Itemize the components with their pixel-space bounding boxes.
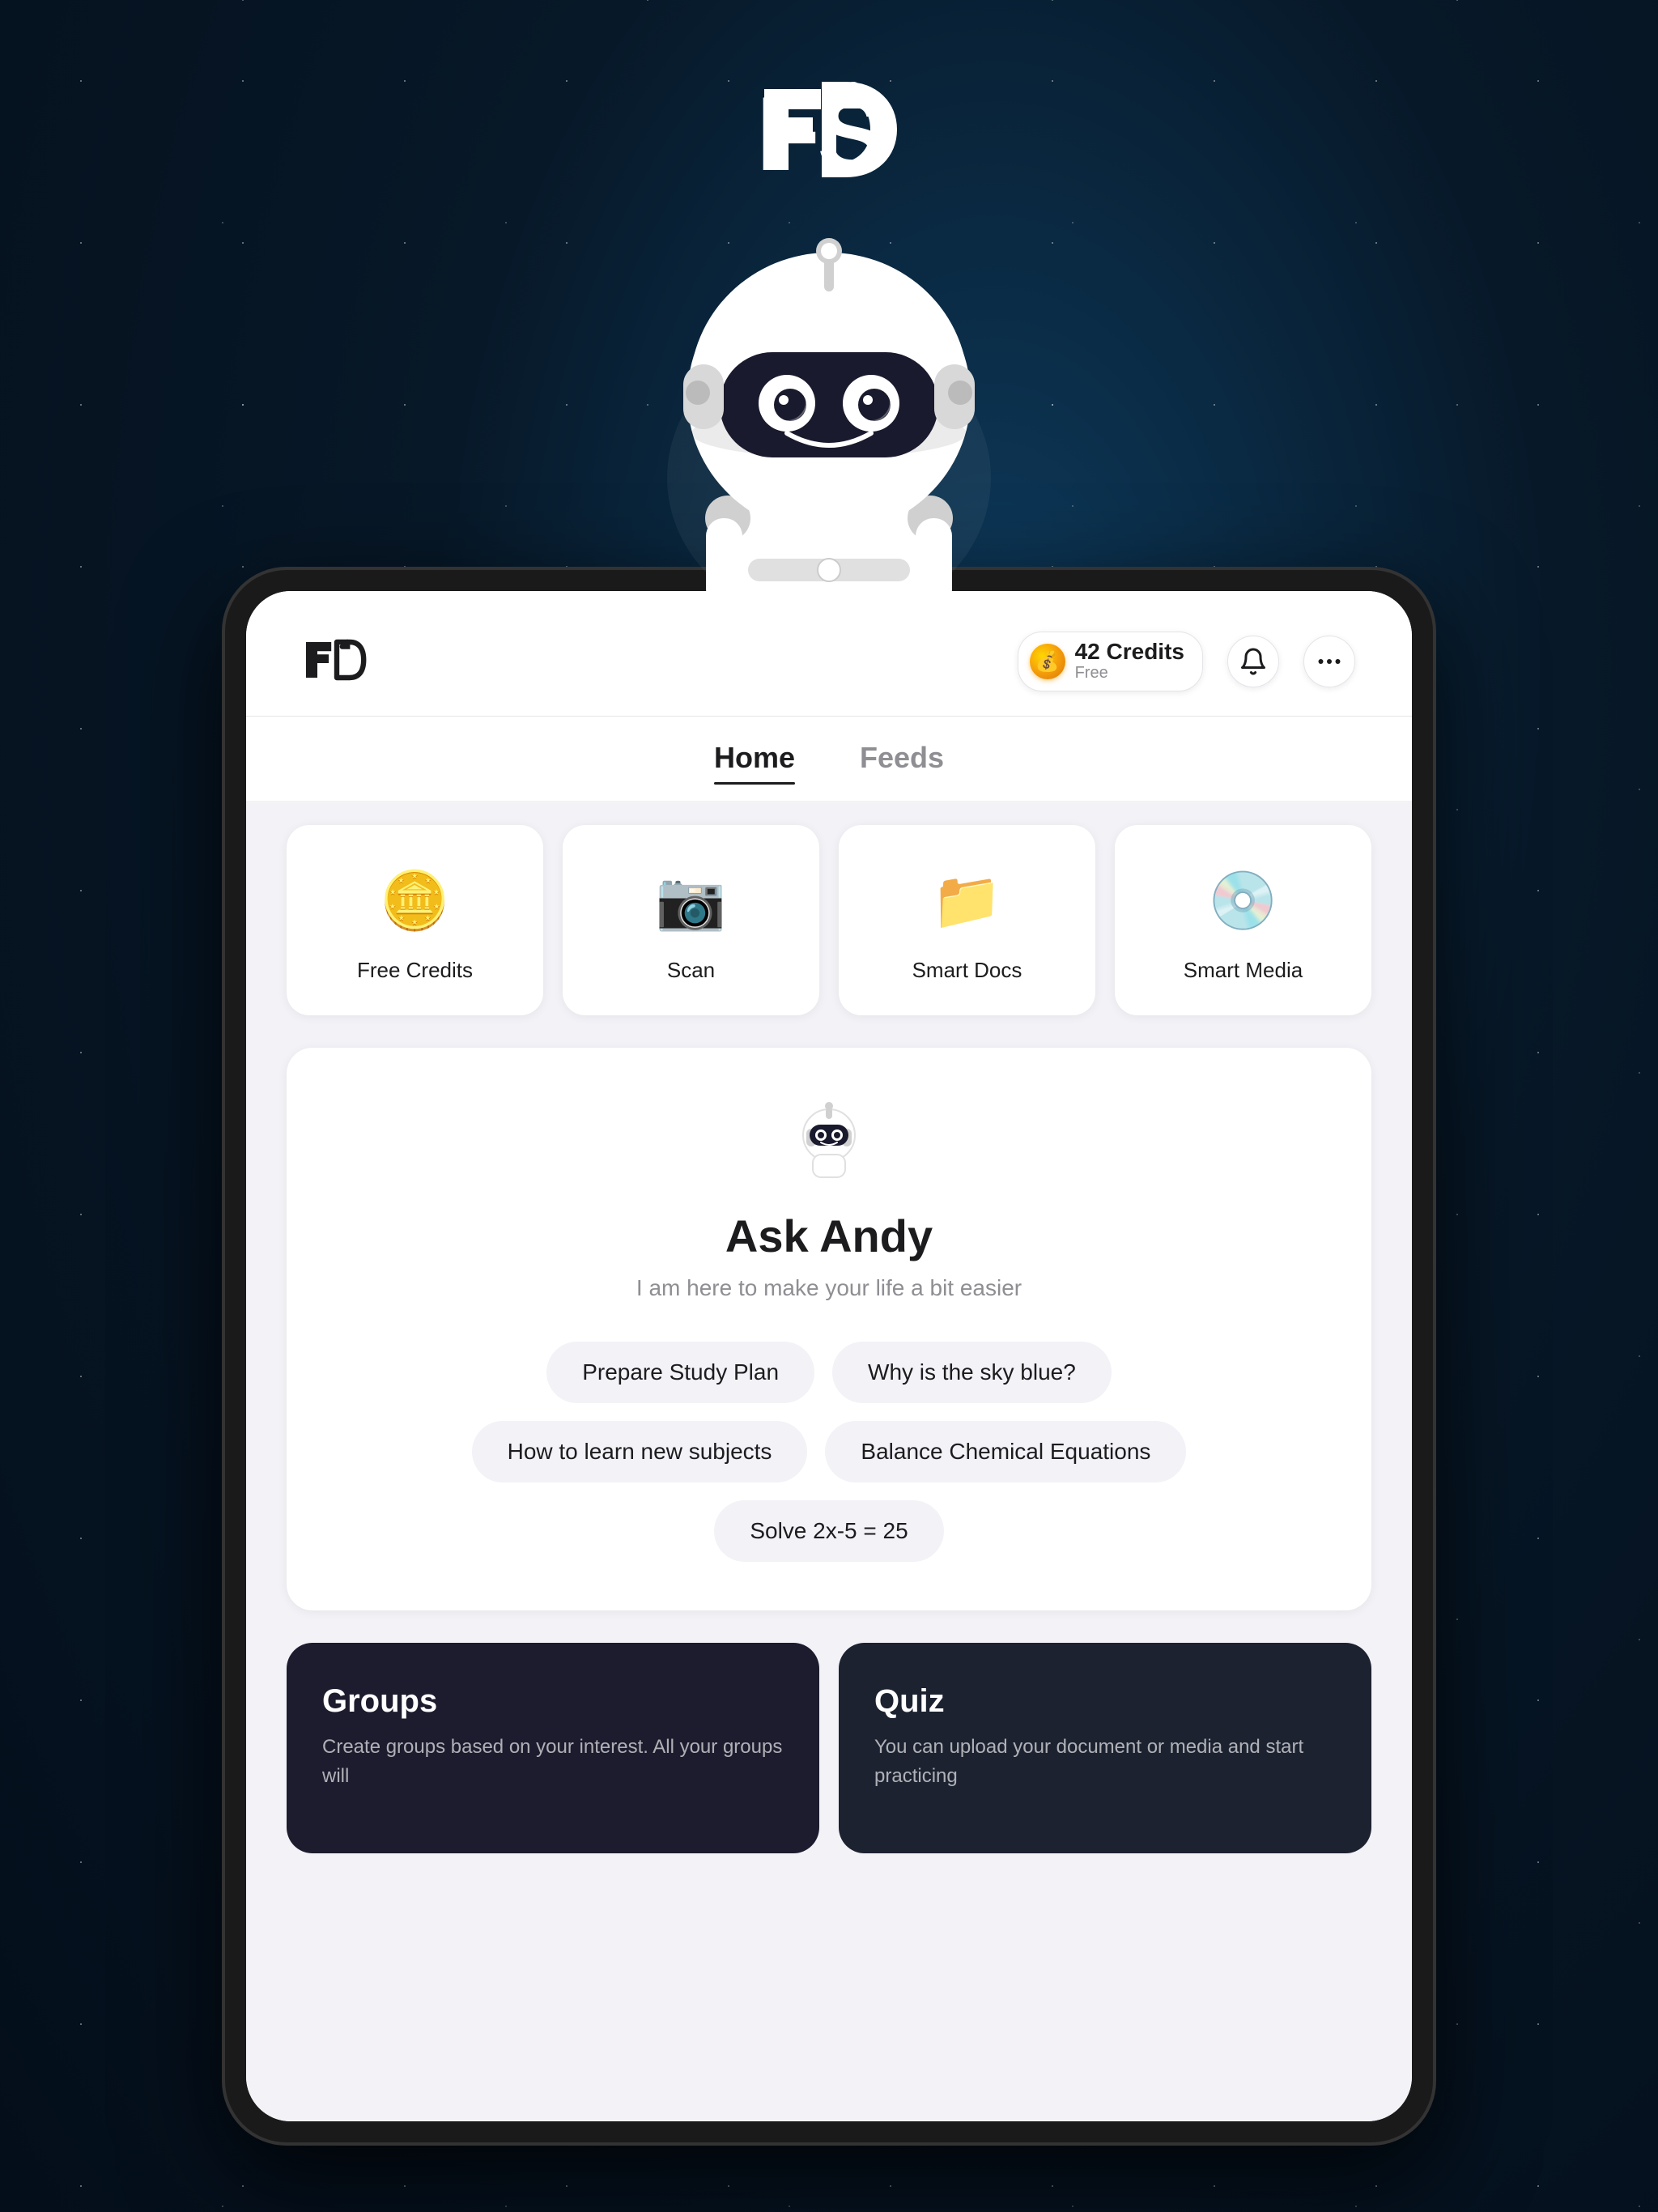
feature-card-scan[interactable]: 📷 Scan	[563, 825, 819, 1015]
chip-balance-equations[interactable]: Balance Chemical Equations	[825, 1421, 1186, 1482]
chip-solve-equation[interactable]: Solve 2x-5 = 25	[714, 1500, 943, 1562]
ask-andy-title: Ask Andy	[725, 1210, 933, 1262]
chip-row-2: How to learn new subjects Balance Chemic…	[472, 1421, 1187, 1482]
device-frame: 💰 42 Credits Free	[222, 567, 1436, 2146]
chip-row-3: Solve 2x-5 = 25	[714, 1500, 943, 1562]
chip-prepare-study-plan[interactable]: Prepare Study Plan	[546, 1342, 814, 1403]
feature-card-smart-media[interactable]: 💿 Smart Media	[1115, 825, 1371, 1015]
smart-docs-label: Smart Docs	[912, 958, 1022, 983]
smart-media-label: Smart Media	[1184, 958, 1303, 983]
robot-svg	[586, 202, 1072, 688]
ask-andy-subtitle: I am here to make your life a bit easier	[636, 1275, 1022, 1301]
chip-row-1: Prepare Study Plan Why is the sky blue?	[546, 1342, 1112, 1403]
bottom-cards: Groups Create groups based on your inter…	[287, 1643, 1371, 1853]
scan-icon: 📷	[651, 861, 732, 942]
scan-label: Scan	[667, 958, 715, 983]
nav-tabs: Home Feeds	[246, 717, 1412, 801]
header-logo	[303, 636, 368, 688]
smart-media-icon: 💿	[1203, 861, 1284, 942]
groups-desc: Create groups based on your interest. Al…	[322, 1733, 784, 1791]
feature-card-smart-docs[interactable]: 📁 Smart Docs	[839, 825, 1095, 1015]
smart-docs-icon: 📁	[927, 861, 1008, 942]
andy-avatar	[780, 1096, 878, 1193]
scroll-content[interactable]: 🪙 Free Credits 📷 Scan 📁 Smart Docs 💿 Sma…	[246, 801, 1412, 2121]
chip-why-sky-blue[interactable]: Why is the sky blue?	[832, 1342, 1112, 1403]
robot-mascot	[546, 162, 1112, 729]
tab-feeds[interactable]: Feeds	[860, 741, 944, 785]
chip-how-to-learn[interactable]: How to learn new subjects	[472, 1421, 808, 1482]
feature-cards: 🪙 Free Credits 📷 Scan 📁 Smart Docs 💿 Sma…	[287, 825, 1371, 1015]
feature-card-free-credits[interactable]: 🪙 Free Credits	[287, 825, 543, 1015]
device-screen: 💰 42 Credits Free	[246, 591, 1412, 2121]
menu-button[interactable]	[1303, 636, 1355, 687]
tab-home[interactable]: Home	[714, 741, 795, 785]
quiz-desc: You can upload your document or media an…	[874, 1733, 1336, 1791]
quiz-title: Quiz	[874, 1683, 1336, 1720]
ask-andy-section: Ask Andy I am here to make your life a b…	[287, 1048, 1371, 1610]
groups-title: Groups	[322, 1683, 784, 1720]
groups-card[interactable]: Groups Create groups based on your inter…	[287, 1643, 819, 1853]
app-content: 💰 42 Credits Free	[246, 591, 1412, 2121]
suggestion-chips: Prepare Study Plan Why is the sky blue? …	[327, 1342, 1331, 1562]
free-credits-label: Free Credits	[357, 958, 473, 983]
quiz-card[interactable]: Quiz You can upload your document or med…	[839, 1643, 1371, 1853]
free-credits-icon: 🪙	[375, 861, 456, 942]
notification-button[interactable]	[1227, 636, 1279, 687]
